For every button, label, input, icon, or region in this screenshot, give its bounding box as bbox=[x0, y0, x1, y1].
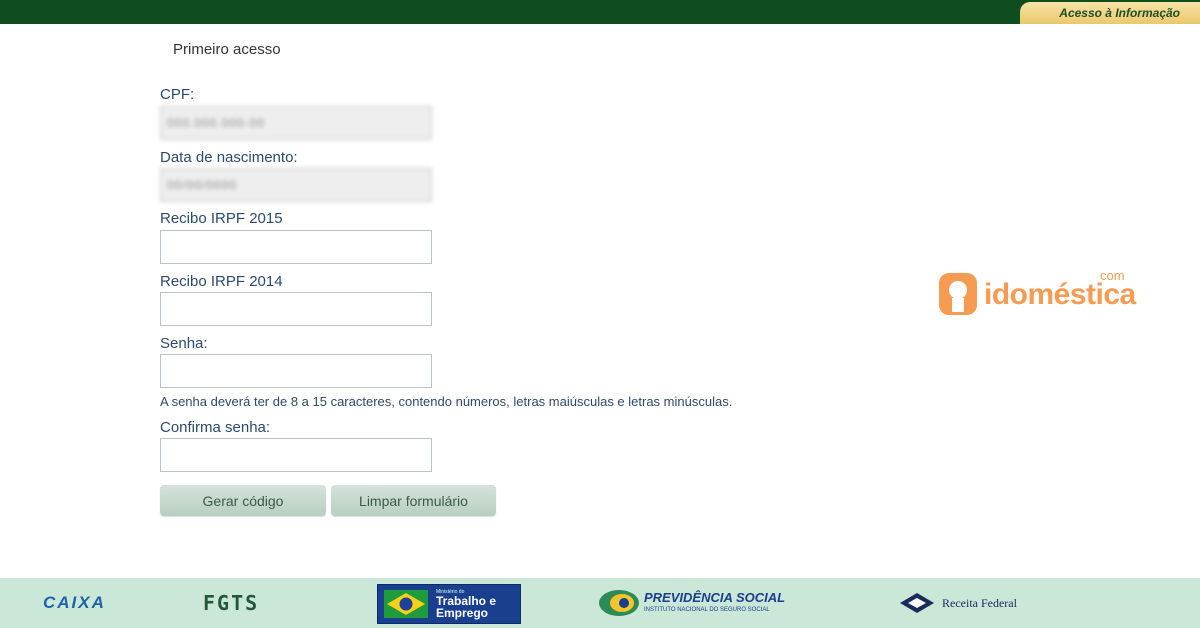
receita-federal-logo[interactable]: Receita Federal bbox=[898, 578, 1017, 628]
mte-logo[interactable]: Ministério do Trabalho e Emprego bbox=[377, 584, 521, 624]
irpf-2015-input[interactable] bbox=[160, 230, 432, 264]
receita-federal-label: Receita Federal bbox=[942, 595, 1017, 610]
irpf-2014-label: Recibo IRPF 2014 bbox=[160, 273, 283, 290]
previdencia-logo[interactable]: PREVIDÊNCIA SOCIAL INSTITUTO NACIONAL DO… bbox=[598, 578, 828, 628]
previdencia-subtitle: INSTITUTO NACIONAL DO SEGURO SOCIAL bbox=[644, 607, 770, 613]
mte-label-line2: Emprego bbox=[436, 606, 489, 620]
fgts-logo[interactable]: FGTS bbox=[203, 578, 259, 628]
irpf-2014-input[interactable] bbox=[160, 292, 432, 326]
caixa-logo[interactable]: CAIXA bbox=[43, 578, 106, 628]
watermark-brand: idoméstica bbox=[984, 278, 1136, 311]
birthdate-input[interactable] bbox=[160, 168, 432, 202]
receita-federal-emblem-icon bbox=[900, 593, 934, 613]
brazil-flag-icon bbox=[384, 590, 428, 618]
confirm-password-input[interactable] bbox=[160, 438, 432, 472]
password-input[interactable] bbox=[160, 354, 432, 388]
confirm-password-label: Confirma senha: bbox=[160, 419, 271, 436]
password-hint: A senha deverá ter de 8 a 15 caracteres,… bbox=[160, 394, 733, 409]
partner-logos-footer: CAIXA FGTS Ministério do Trabalho e Empr… bbox=[0, 578, 1200, 628]
page-title: Primeiro acesso bbox=[173, 41, 281, 58]
idomestica-watermark: idoméstica com bbox=[938, 268, 1138, 320]
clear-form-button[interactable]: Limpar formulário bbox=[331, 485, 496, 516]
access-information-link[interactable]: Acesso à Informação bbox=[1020, 2, 1200, 24]
generate-code-button[interactable]: Gerar código bbox=[160, 485, 326, 516]
idomestica-logo-icon bbox=[939, 273, 977, 315]
watermark-suffix: com bbox=[1100, 268, 1125, 283]
previdencia-emblem-icon bbox=[599, 590, 639, 616]
birthdate-label: Data de nascimento: bbox=[160, 149, 298, 166]
previdencia-title: PREVIDÊNCIA SOCIAL bbox=[644, 590, 786, 605]
password-label: Senha: bbox=[160, 335, 208, 352]
cpf-input[interactable] bbox=[160, 106, 432, 140]
mte-label: Trabalho e Emprego bbox=[436, 595, 496, 619]
irpf-2015-label: Recibo IRPF 2015 bbox=[160, 210, 283, 227]
access-information-label: Acesso à Informação bbox=[1059, 6, 1180, 20]
cpf-label: CPF: bbox=[160, 86, 195, 103]
